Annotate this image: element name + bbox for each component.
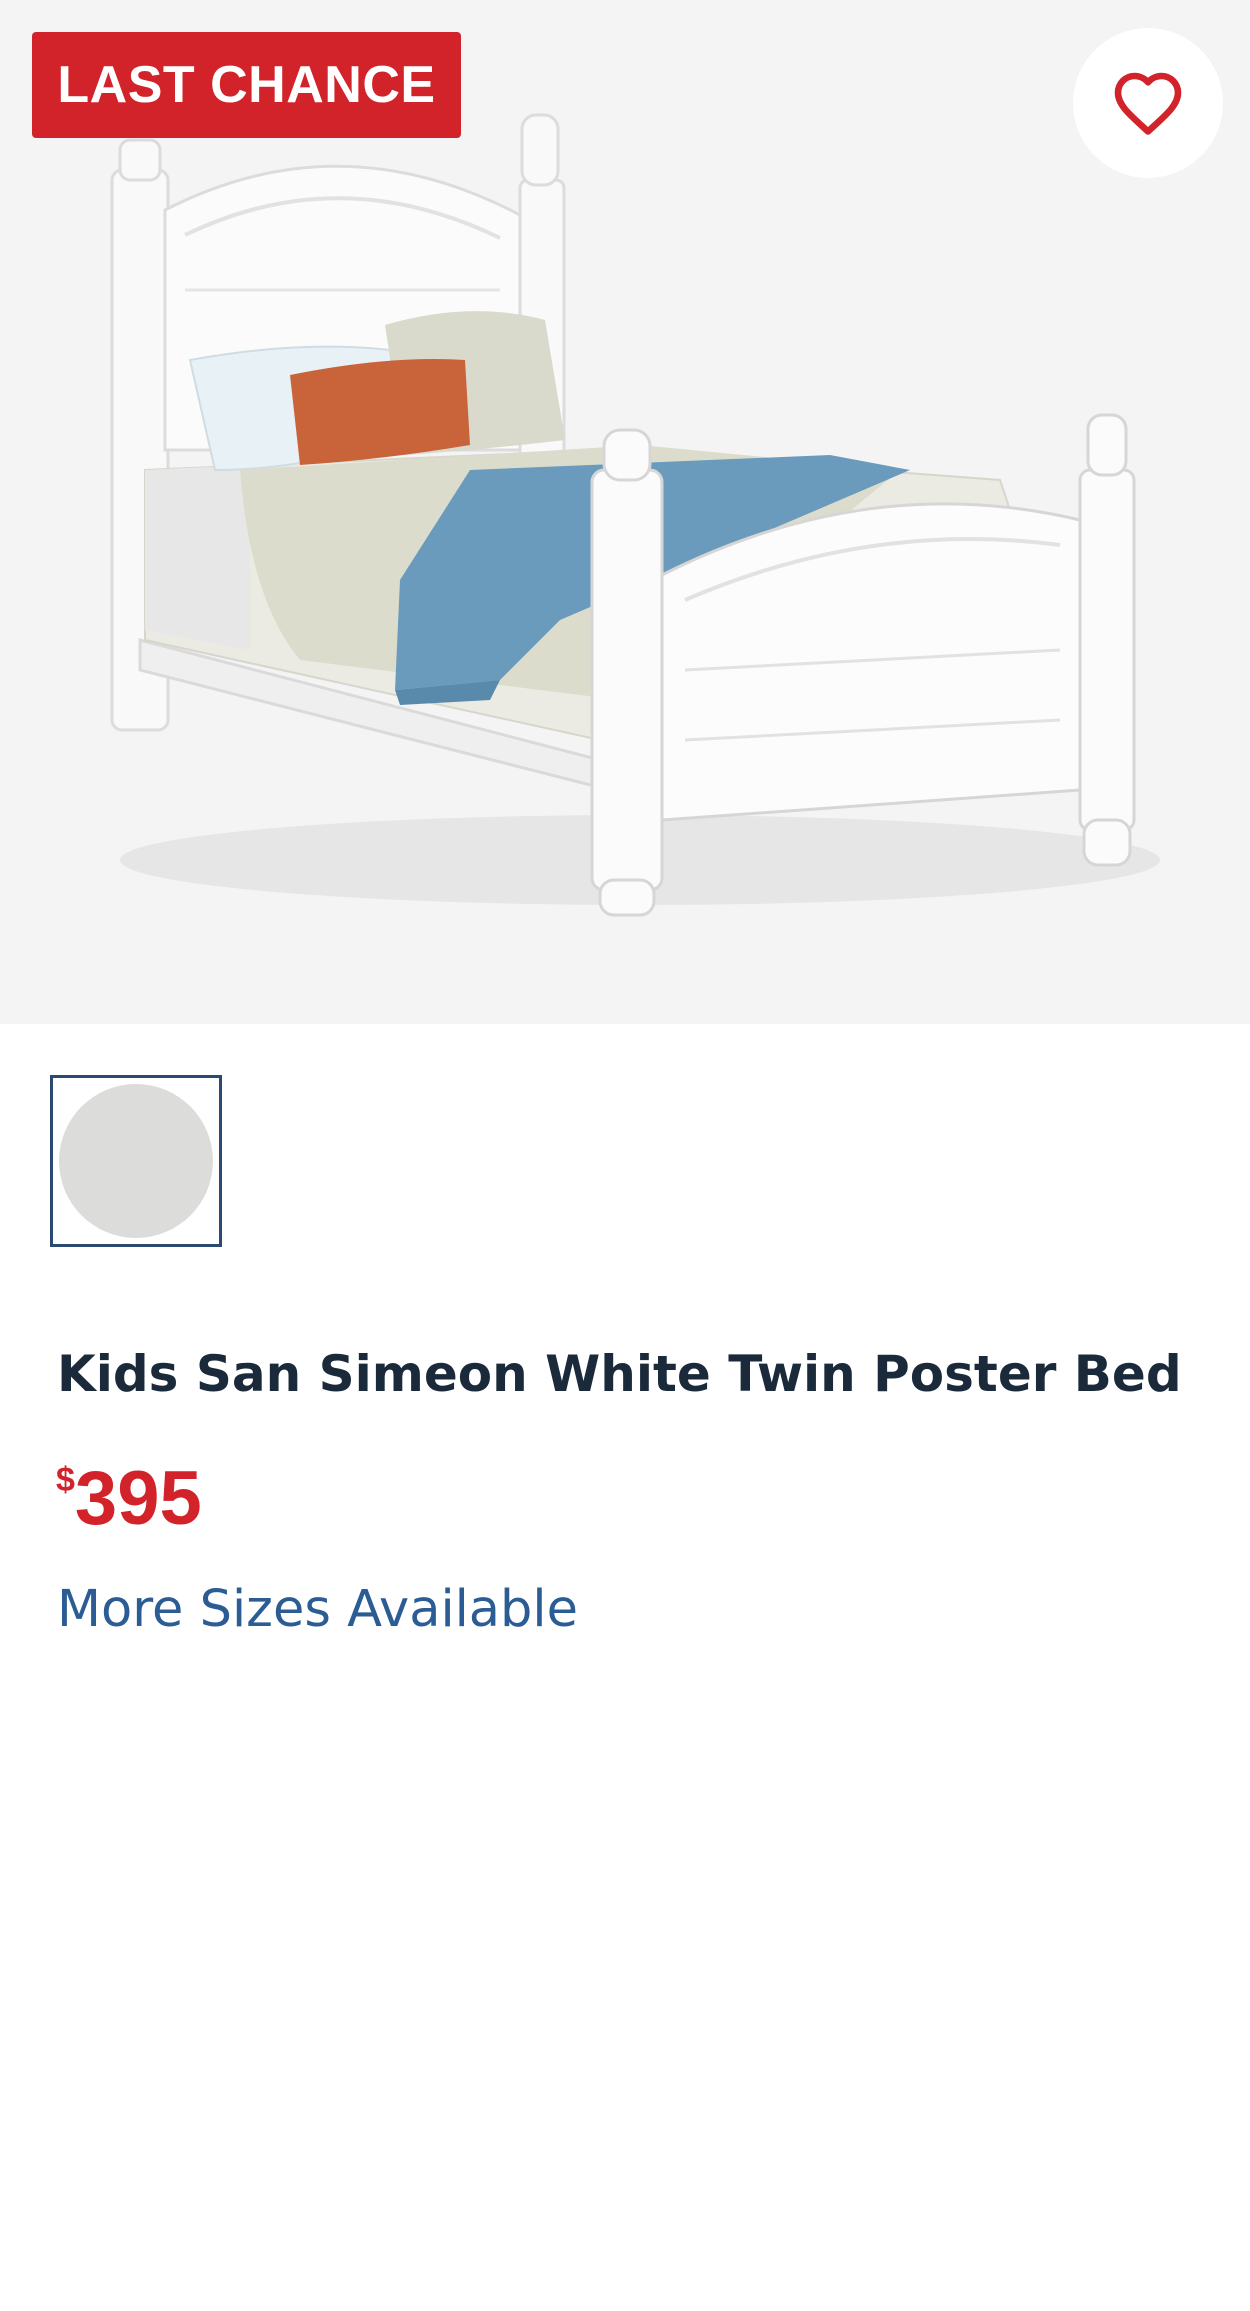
color-swatch-button[interactable] xyxy=(50,1075,222,1247)
favorite-button[interactable] xyxy=(1073,28,1223,178)
price-currency: $ xyxy=(56,1461,75,1499)
heart-outline-icon xyxy=(1114,72,1182,135)
product-image[interactable] xyxy=(0,0,1250,1024)
price-amount: 395 xyxy=(74,1456,202,1541)
color-swatch-circle xyxy=(59,1084,213,1238)
product-image-area[interactable]: LAST CHANCE xyxy=(0,0,1250,1024)
last-chance-badge: LAST CHANCE xyxy=(32,32,461,138)
product-title[interactable]: Kids San Simeon White Twin Poster Bed xyxy=(57,1345,1217,1403)
more-sizes-link[interactable]: More Sizes Available xyxy=(57,1580,578,1639)
product-price: $395 xyxy=(56,1455,202,1542)
badge-label: LAST CHANCE xyxy=(57,56,436,114)
